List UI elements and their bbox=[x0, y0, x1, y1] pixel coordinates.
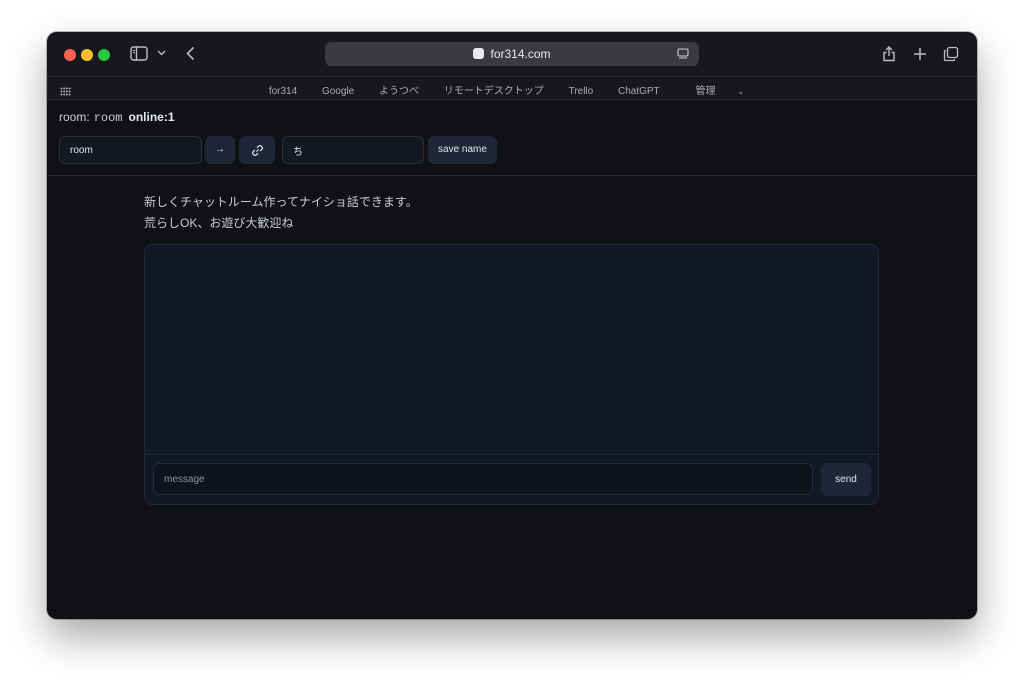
bookmark-trello[interactable]: Trello bbox=[569, 86, 594, 97]
zoom-window-button[interactable] bbox=[98, 49, 110, 61]
reader-mode-icon[interactable] bbox=[677, 47, 689, 65]
join-room-button[interactable]: → bbox=[205, 136, 235, 164]
site-favicon-icon bbox=[473, 48, 485, 59]
room-status: room: room online:1 bbox=[59, 110, 175, 125]
intro-line-2: 荒らしOK、お遊び大歓迎ね bbox=[144, 216, 294, 230]
save-name-button[interactable]: save name bbox=[428, 136, 497, 164]
bookmark-list: for314 Google ようつべ リモートデスクトップ Trello Cha… bbox=[47, 82, 977, 97]
url-display: for314.com bbox=[325, 47, 699, 61]
bookmark-for314[interactable]: for314 bbox=[269, 86, 297, 97]
chat-panel: send bbox=[144, 244, 879, 505]
bookmark-google[interactable]: Google bbox=[322, 86, 354, 97]
copy-link-button[interactable] bbox=[239, 136, 275, 164]
url-text: for314.com bbox=[490, 47, 551, 61]
bookmark-folder-label: 管理 bbox=[695, 86, 716, 97]
intro-line-1: 新しくチャットルーム作ってナイショ話できます。 bbox=[144, 195, 418, 209]
bookmark-youtsube[interactable]: ようつべ bbox=[379, 86, 419, 97]
close-window-button[interactable] bbox=[64, 49, 76, 61]
tabs-overview-icon[interactable] bbox=[943, 46, 959, 62]
share-icon[interactable] bbox=[882, 45, 896, 62]
message-list[interactable] bbox=[145, 245, 878, 454]
browser-window: for314.com for314 Google ようつべ リモートデスクトップ… bbox=[47, 32, 977, 619]
sidebar-toggle-icon[interactable] bbox=[130, 46, 148, 61]
bookmark-folder-kanri[interactable]: 管理 ⌄ bbox=[684, 86, 755, 97]
chevron-down-icon[interactable] bbox=[157, 50, 166, 56]
bookmark-chatgpt[interactable]: ChatGPT bbox=[618, 86, 660, 97]
chevron-down-icon: ⌄ bbox=[737, 87, 745, 96]
online-count: online:1 bbox=[128, 110, 175, 124]
link-icon bbox=[251, 144, 263, 157]
header-divider bbox=[47, 175, 977, 176]
plus-icon[interactable] bbox=[913, 47, 927, 61]
message-input[interactable] bbox=[153, 463, 813, 495]
room-input[interactable] bbox=[59, 136, 202, 164]
arrow-right-icon: → bbox=[215, 144, 225, 155]
title-bar: for314.com bbox=[47, 32, 977, 77]
room-label: room: bbox=[59, 110, 90, 124]
page-content: room:room online:1 → save name 新しくチャットルーム… bbox=[47, 100, 977, 619]
address-bar[interactable]: for314.com bbox=[325, 42, 699, 66]
minimize-window-button[interactable] bbox=[81, 49, 93, 61]
bookmark-remote-desktop[interactable]: リモートデスクトップ bbox=[444, 86, 544, 97]
send-button[interactable]: send bbox=[821, 463, 871, 496]
back-icon[interactable] bbox=[186, 46, 195, 61]
room-name: room bbox=[93, 111, 123, 125]
name-input[interactable] bbox=[282, 136, 424, 164]
chat-divider bbox=[145, 454, 878, 455]
intro-text: 新しくチャットルーム作ってナイショ話できます。 荒らしOK、お遊び大歓迎ね bbox=[144, 192, 418, 234]
bookmarks-bar: for314 Google ようつべ リモートデスクトップ Trello Cha… bbox=[47, 77, 977, 100]
